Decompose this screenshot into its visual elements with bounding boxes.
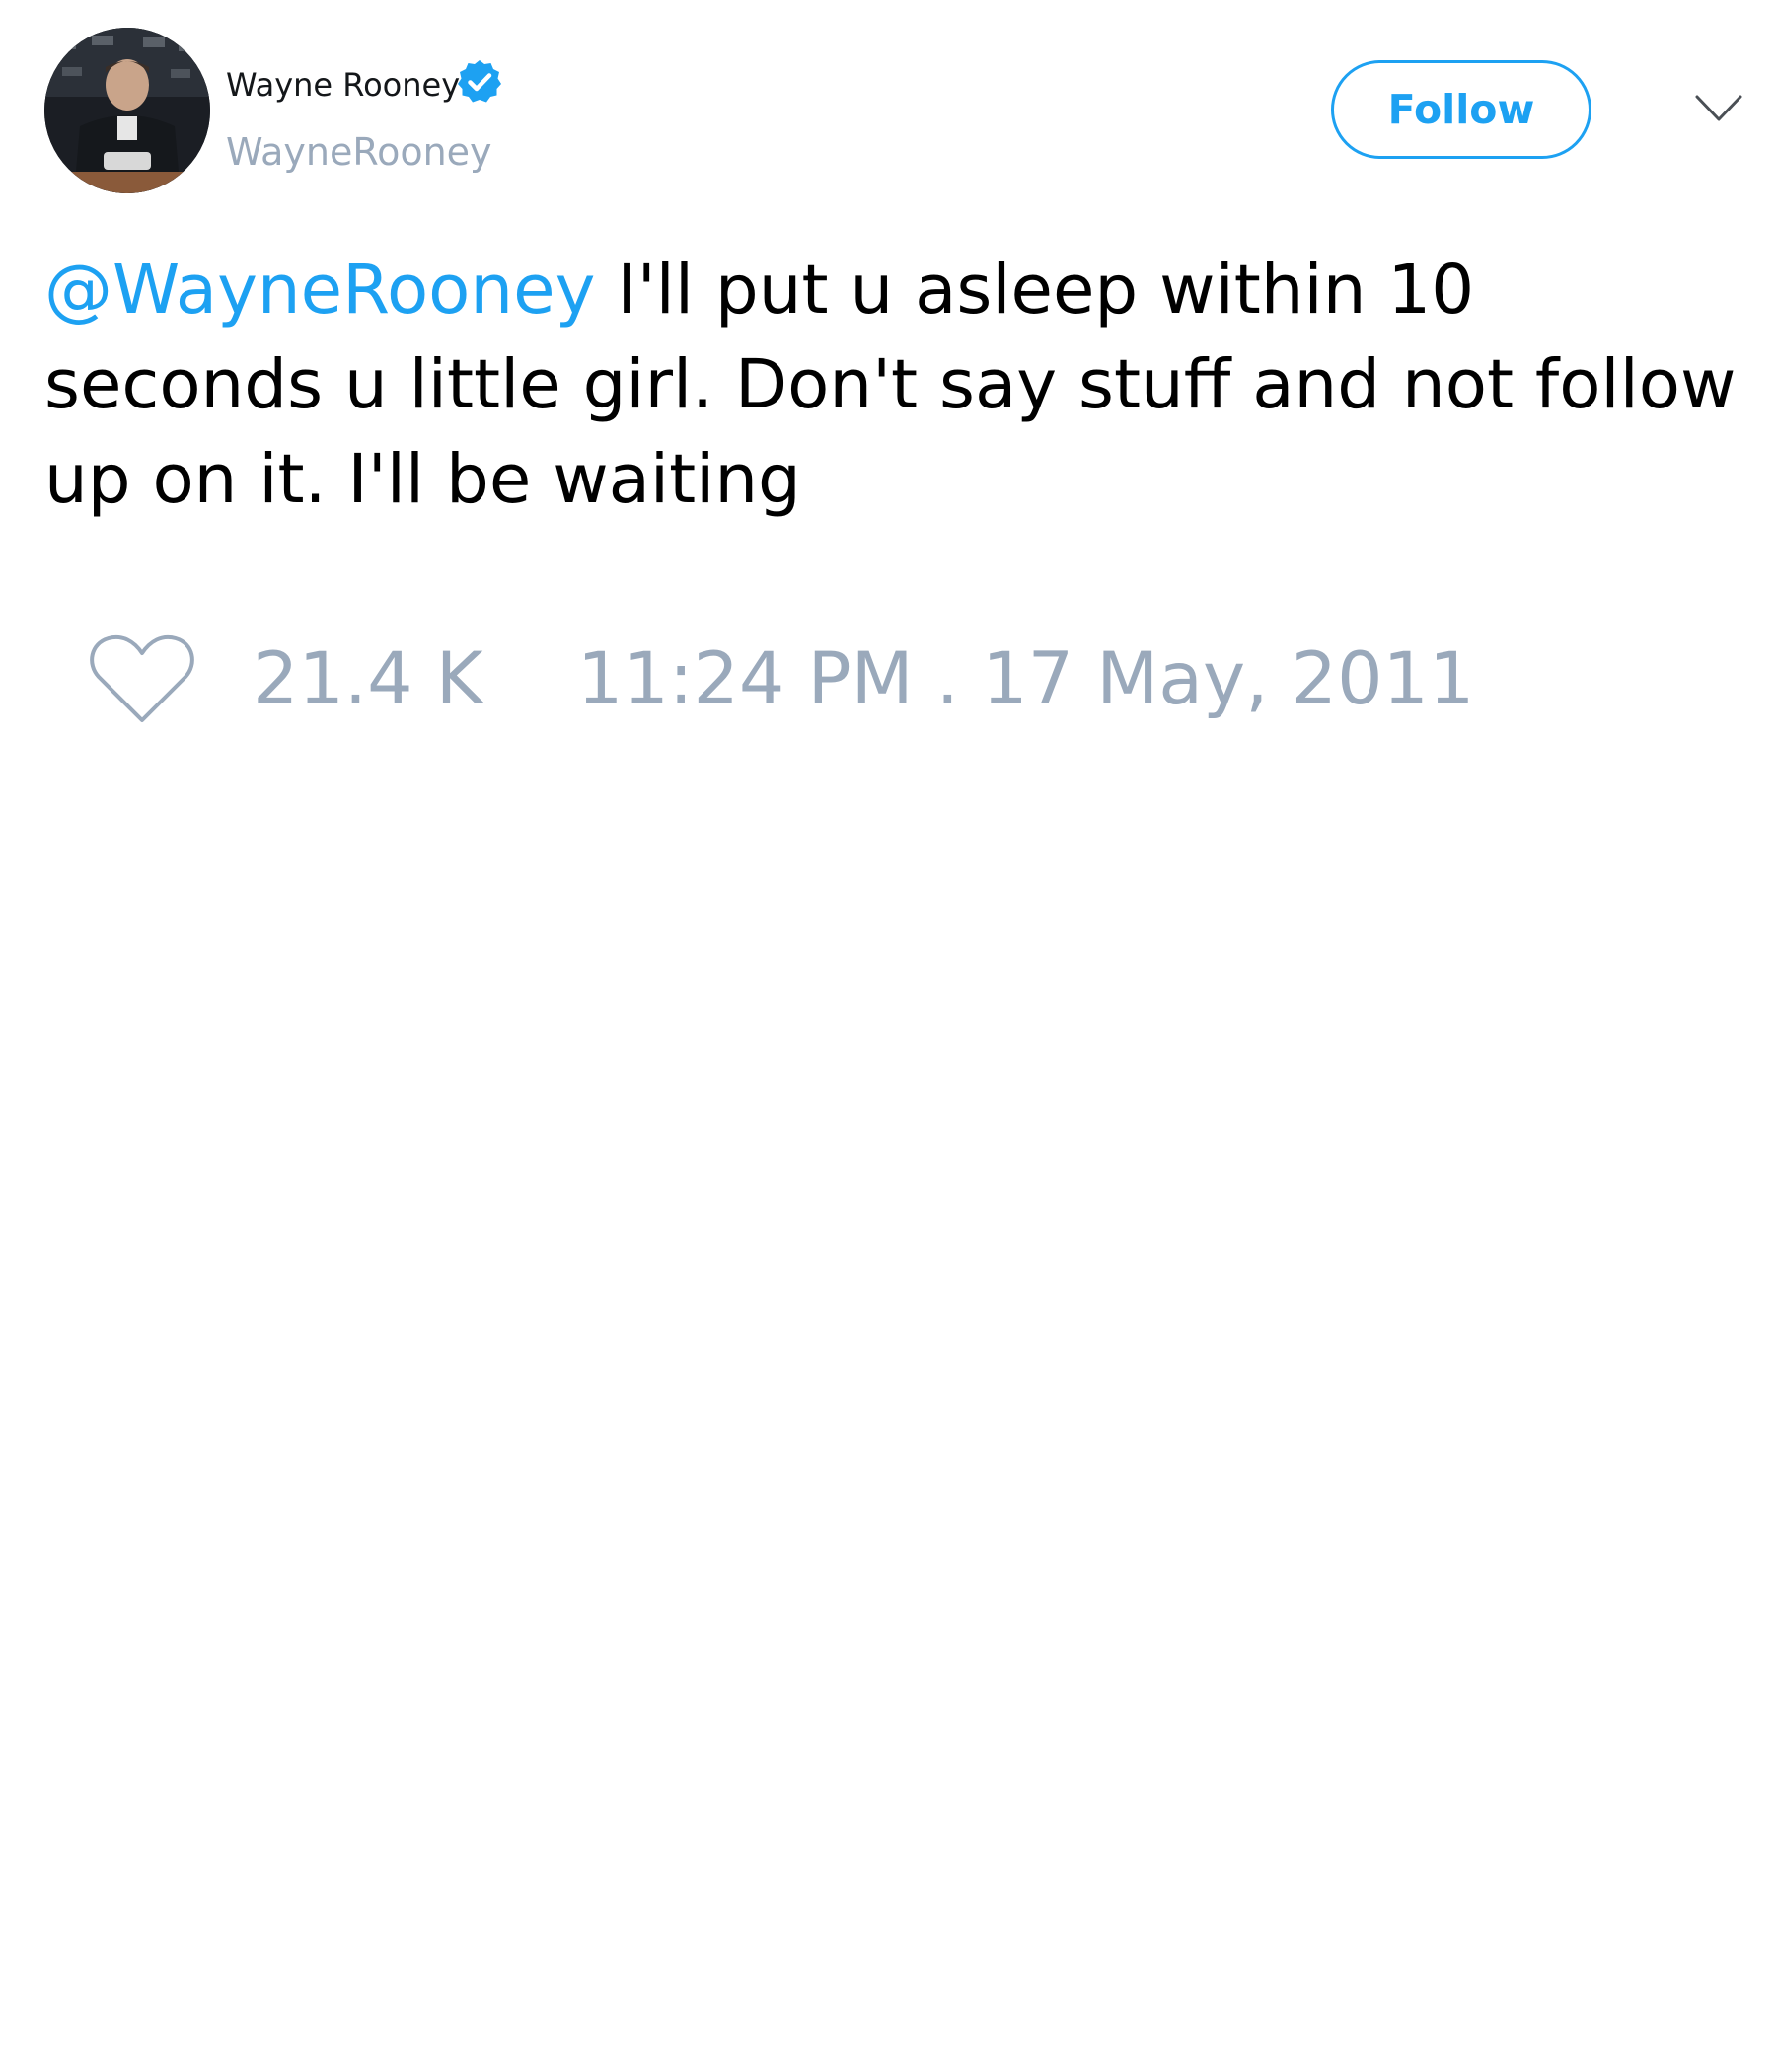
- likes-count: 21.4 K: [253, 637, 483, 721]
- user-handle[interactable]: WayneRooney: [226, 130, 492, 174]
- heart-icon[interactable]: [89, 631, 195, 726]
- avatar-photo: [44, 28, 210, 193]
- chevron-down-icon[interactable]: [1694, 93, 1743, 124]
- mention-link[interactable]: @WayneRooney: [44, 251, 595, 330]
- tweet-text: @WayneRooney I'll put u asleep within 10…: [44, 243, 1751, 527]
- follow-button[interactable]: Follow: [1331, 60, 1591, 159]
- tweet-card: Wayne Rooney WayneRooney Follow @WayneRo…: [0, 0, 1776, 2072]
- tweet-timestamp[interactable]: 11:24 PM . 17 May, 2011: [577, 635, 1474, 724]
- display-name[interactable]: Wayne Rooney: [226, 65, 460, 105]
- verified-badge-icon: [458, 60, 501, 103]
- tweet-footer: 21.4 K 11:24 PM . 17 May, 2011: [0, 631, 1776, 740]
- avatar[interactable]: [44, 28, 210, 193]
